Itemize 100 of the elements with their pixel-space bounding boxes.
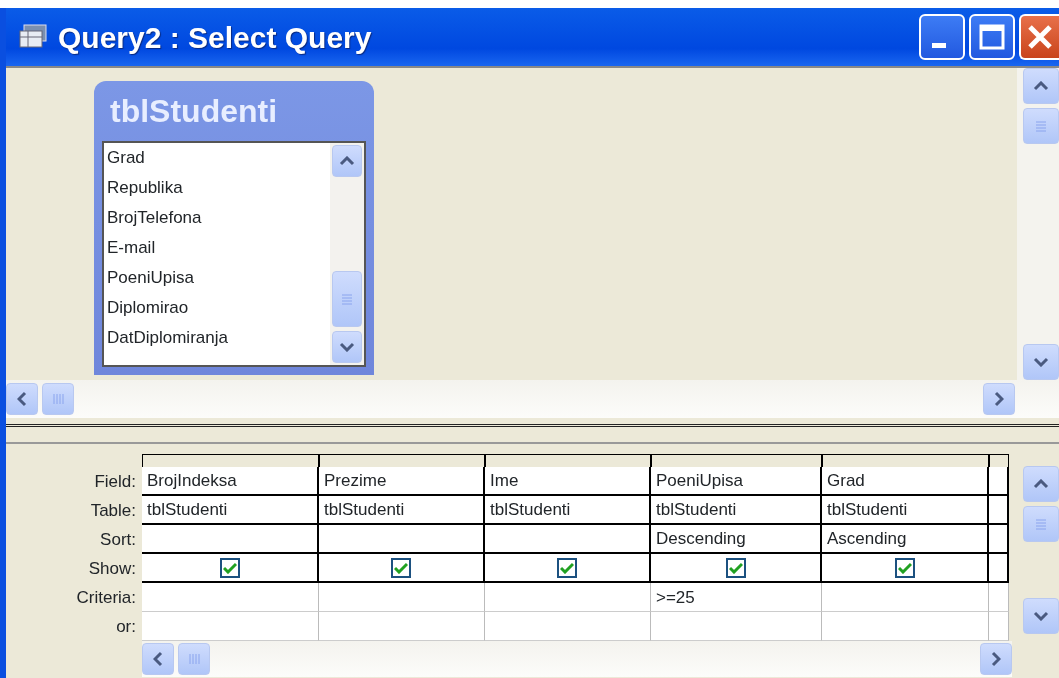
grid-cell[interactable]: tblStudenti — [822, 496, 989, 525]
grid-cell[interactable] — [651, 612, 822, 641]
grid-cell[interactable]: Descending — [651, 525, 822, 554]
grid-cell[interactable] — [485, 583, 651, 612]
grid-cell[interactable]: Ime — [485, 467, 651, 496]
minimize-icon — [932, 42, 946, 48]
column-selector[interactable] — [319, 454, 485, 467]
scroll-right-button[interactable] — [980, 643, 1012, 675]
scroll-down-button[interactable] — [332, 331, 362, 363]
grid-cell[interactable] — [989, 583, 1009, 612]
close-icon — [1026, 23, 1054, 51]
row-label: Criteria: — [75, 587, 137, 609]
row-label: Sort: — [99, 529, 137, 551]
field-list-item[interactable]: PoeniUpisa — [107, 263, 330, 293]
grid-cell[interactable] — [319, 554, 485, 583]
minimize-button[interactable] — [919, 14, 965, 60]
grid-cell[interactable] — [319, 525, 485, 554]
grid-cell[interactable] — [822, 554, 989, 583]
grid-cell[interactable] — [485, 554, 651, 583]
grip-icon — [188, 653, 200, 665]
column-selector[interactable] — [485, 454, 651, 467]
grid-cell[interactable] — [989, 496, 1009, 525]
grip-icon — [341, 293, 353, 305]
grid-cell[interactable] — [142, 554, 319, 583]
row-label: Table: — [89, 500, 137, 522]
grid-cell[interactable] — [822, 612, 989, 641]
scroll-up-button[interactable] — [332, 145, 362, 177]
grid-cell[interactable]: Prezime — [319, 467, 485, 496]
field-list-title: tblStudenti — [109, 92, 279, 131]
right-chevron-icon — [994, 391, 1004, 407]
grid-cell[interactable] — [822, 583, 989, 612]
scroll-left-button[interactable] — [6, 383, 38, 415]
grid-cell[interactable] — [651, 554, 822, 583]
grid-cell[interactable] — [142, 583, 319, 612]
grid-cell[interactable]: tblStudenti — [319, 496, 485, 525]
scroll-thumb[interactable] — [42, 383, 74, 415]
scroll-thumb[interactable] — [332, 271, 362, 327]
field-list-item[interactable]: DatDiplomiranja — [107, 323, 330, 353]
maximize-button[interactable] — [969, 14, 1015, 60]
checked-checkbox[interactable] — [725, 557, 746, 578]
scroll-thumb[interactable] — [1023, 108, 1059, 144]
checked-checkbox[interactable] — [219, 557, 240, 578]
grid-cell[interactable] — [989, 554, 1009, 583]
grid-cell[interactable] — [989, 612, 1009, 641]
grid-cell[interactable]: >=25 — [651, 583, 822, 612]
grid-cell[interactable] — [319, 583, 485, 612]
grid-cell[interactable]: PoeniUpisa — [651, 467, 822, 496]
scroll-down-button[interactable] — [1023, 344, 1059, 380]
grid-cell[interactable]: Grad — [822, 467, 989, 496]
grid-cell[interactable]: BrojIndeksa — [142, 467, 319, 496]
right-chevron-icon — [991, 651, 1001, 667]
grip-icon — [1035, 120, 1047, 132]
up-chevron-icon — [339, 156, 355, 166]
scroll-left-button[interactable] — [142, 643, 174, 675]
maximize-icon — [978, 23, 1006, 51]
left-chevron-icon — [153, 651, 163, 667]
row-label: or: — [115, 616, 137, 638]
scroll-down-button[interactable] — [1023, 598, 1059, 634]
grip-icon — [52, 393, 64, 405]
grid-cell[interactable]: tblStudenti — [485, 496, 651, 525]
up-chevron-icon — [1033, 81, 1049, 91]
grid-cell[interactable] — [989, 525, 1009, 554]
checked-checkbox[interactable] — [391, 557, 411, 578]
left-chevron-icon — [17, 391, 27, 407]
scroll-up-button[interactable] — [1023, 68, 1059, 104]
column-selector[interactable] — [651, 454, 822, 467]
grid-cell[interactable]: tblStudenti — [651, 496, 822, 525]
column-selector[interactable] — [822, 454, 989, 467]
grid-cell[interactable] — [485, 612, 651, 641]
grid-cell[interactable] — [319, 612, 485, 641]
window-title: Query2 : Select Query — [58, 19, 372, 56]
row-label: Show: — [87, 558, 137, 580]
column-selector[interactable] — [989, 454, 1009, 467]
pane-splitter[interactable] — [6, 424, 1059, 444]
scroll-thumb[interactable] — [178, 643, 210, 675]
grid-cell[interactable] — [142, 612, 319, 641]
field-list-item[interactable]: Grad — [107, 143, 330, 173]
close-button[interactable] — [1019, 14, 1059, 60]
column-selector[interactable] — [142, 454, 319, 467]
grid-cell[interactable]: tblStudenti — [142, 496, 319, 525]
grip-icon — [1035, 518, 1047, 530]
checked-checkbox[interactable] — [894, 557, 915, 578]
query-window-icon — [18, 23, 48, 51]
down-chevron-icon — [1033, 611, 1049, 621]
field-list-item[interactable]: Diplomirao — [107, 293, 330, 323]
grid-cell[interactable]: Ascending — [822, 525, 989, 554]
checked-checkbox[interactable] — [557, 557, 577, 578]
grid-cell[interactable] — [989, 467, 1009, 496]
field-list-item[interactable]: E-mail — [107, 233, 330, 263]
scroll-thumb[interactable] — [1023, 506, 1059, 542]
row-label: Field: — [93, 471, 137, 493]
scroll-right-button[interactable] — [983, 383, 1015, 415]
field-list-item[interactable]: BrojTelefona — [107, 203, 330, 233]
scroll-up-button[interactable] — [1023, 466, 1059, 502]
down-chevron-icon — [339, 342, 355, 352]
down-chevron-icon — [1033, 357, 1049, 367]
grid-cell[interactable] — [485, 525, 651, 554]
grid-cell[interactable] — [142, 525, 319, 554]
field-list-item[interactable]: Republika — [107, 173, 330, 203]
up-chevron-icon — [1033, 479, 1049, 489]
